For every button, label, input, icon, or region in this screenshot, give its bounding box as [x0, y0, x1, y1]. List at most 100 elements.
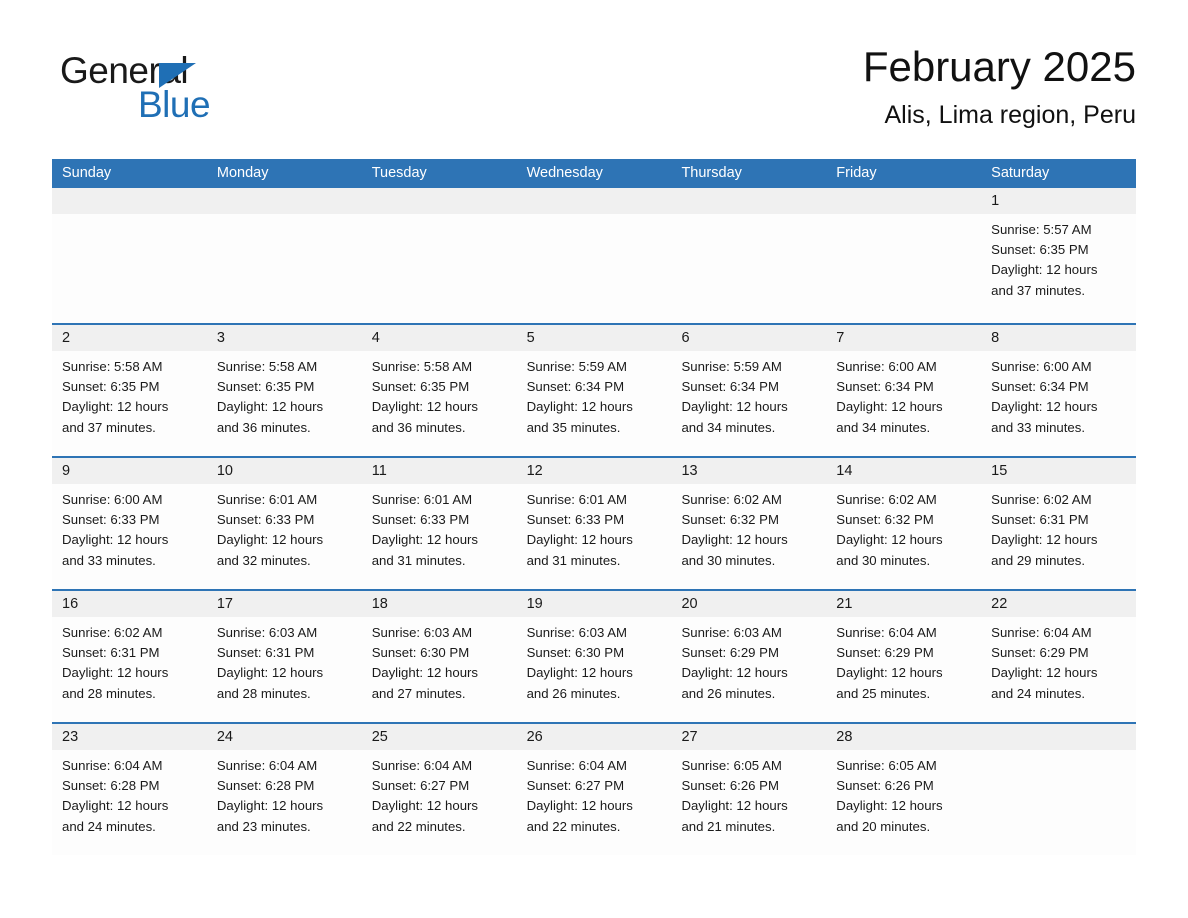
calendar-day-cell[interactable]: 18 Sunrise: 6:03 AM Sunset: 6:30 PM Dayl…: [361, 591, 517, 722]
calendar-day-cell[interactable]: 6 Sunrise: 5:59 AM Sunset: 6:34 PM Dayli…: [671, 325, 827, 456]
daylight-text: Daylight: 12 hours: [836, 665, 943, 681]
day-number: 17: [216, 596, 233, 612]
calendar-day-cell[interactable]: 26 Sunrise: 6:04 AM Sunset: 6:27 PM Dayl…: [516, 724, 672, 855]
calendar-day-cell[interactable]: 17 Sunrise: 6:03 AM Sunset: 6:31 PM Dayl…: [206, 591, 362, 722]
calendar-day-cell[interactable]: 20 Sunrise: 6:03 AM Sunset: 6:29 PM Dayl…: [671, 591, 827, 722]
weekday-header-row: Sunday Monday Tuesday Wednesday Thursday…: [52, 159, 1136, 188]
day-number: 1: [991, 193, 1000, 209]
logo-text-blue: Blue: [138, 84, 211, 125]
daylight-text: Daylight: 12 hours: [991, 532, 1098, 548]
calendar-day-cell[interactable]: 28 Sunrise: 6:05 AM Sunset: 6:26 PM Dayl…: [826, 724, 982, 855]
sunrise-text: Sunrise: 6:03 AM: [681, 625, 782, 640]
day-number-band: 22: [981, 591, 1137, 617]
day-details: [981, 750, 1136, 756]
calendar-day-cell[interactable]: 16 Sunrise: 6:02 AM Sunset: 6:31 PM Dayl…: [52, 591, 207, 722]
day-number-band: 13: [671, 458, 827, 484]
day-number: 10: [216, 463, 233, 479]
daylight-text-cont: and 30 minutes.: [681, 552, 776, 568]
daylight-text-cont: and 28 minutes.: [216, 685, 311, 701]
day-number-band: 25: [361, 724, 517, 750]
calendar-day-cell[interactable]: 25 Sunrise: 6:04 AM Sunset: 6:27 PM Dayl…: [361, 724, 517, 855]
calendar-day-cell[interactable]: 27 Sunrise: 6:05 AM Sunset: 6:26 PM Dayl…: [671, 724, 827, 855]
day-details: Sunrise: 6:04 AM Sunset: 6:29 PM Dayligh…: [826, 617, 981, 704]
calendar-day-cell[interactable]: 13 Sunrise: 6:02 AM Sunset: 6:32 PM Dayl…: [671, 458, 827, 589]
day-number: 26: [526, 729, 543, 745]
day-number-band: [361, 188, 517, 214]
day-number-band: 15: [981, 458, 1137, 484]
calendar-day-cell[interactable]: 23 Sunrise: 6:04 AM Sunset: 6:28 PM Dayl…: [52, 724, 207, 855]
sunset-text: Sunset: 6:35 PM: [371, 379, 470, 395]
calendar-day-cell[interactable]: 4 Sunrise: 5:58 AM Sunset: 6:35 PM Dayli…: [361, 325, 517, 456]
calendar-day-cell[interactable]: [52, 188, 207, 323]
calendar-day-cell[interactable]: 9 Sunrise: 6:00 AM Sunset: 6:33 PM Dayli…: [52, 458, 207, 589]
sunset-text: Sunset: 6:27 PM: [371, 778, 470, 794]
weekday-header-saturday: Saturday: [991, 165, 1050, 181]
calendar-day-cell[interactable]: [671, 188, 827, 323]
sunrise-text: Sunrise: 5:59 AM: [681, 359, 782, 374]
daylight-text-cont: and 20 minutes.: [836, 818, 931, 834]
daylight-text-cont: and 25 minutes.: [836, 685, 931, 701]
calendar-day-cell[interactable]: [361, 188, 517, 323]
sunset-text: Sunset: 6:34 PM: [991, 379, 1089, 395]
daylight-text-cont: and 37 minutes.: [62, 419, 156, 435]
daylight-text: Daylight: 12 hours: [371, 798, 479, 814]
calendar-day-cell[interactable]: 11 Sunrise: 6:01 AM Sunset: 6:33 PM Dayl…: [361, 458, 517, 589]
calendar-day-cell[interactable]: 8 Sunrise: 6:00 AM Sunset: 6:34 PM Dayli…: [981, 325, 1137, 456]
calendar-day-cell[interactable]: 24 Sunrise: 6:04 AM Sunset: 6:28 PM Dayl…: [206, 724, 362, 855]
daylight-text: Daylight: 12 hours: [991, 262, 1098, 278]
day-number: 25: [371, 729, 388, 745]
sunset-text: Sunset: 6:35 PM: [62, 379, 160, 395]
daylight-text-cont: and 33 minutes.: [991, 419, 1085, 435]
daylight-text-cont: and 24 minutes.: [991, 685, 1085, 701]
day-number-band: [981, 724, 1137, 750]
daylight-text-cont: and 28 minutes.: [62, 685, 156, 701]
calendar-day-cell[interactable]: 5 Sunrise: 5:59 AM Sunset: 6:34 PM Dayli…: [516, 325, 672, 456]
daylight-text: Daylight: 12 hours: [526, 532, 633, 548]
sunset-text: Sunset: 6:28 PM: [62, 778, 160, 794]
sunset-text: Sunset: 6:31 PM: [216, 645, 315, 661]
day-number: 2: [62, 330, 71, 346]
calendar-day-cell[interactable]: 3 Sunrise: 5:58 AM Sunset: 6:35 PM Dayli…: [206, 325, 362, 456]
day-details: [362, 214, 517, 220]
day-number-band: 24: [206, 724, 362, 750]
daylight-text-cont: and 33 minutes.: [62, 552, 156, 568]
calendar-day-cell[interactable]: 12 Sunrise: 6:01 AM Sunset: 6:33 PM Dayl…: [516, 458, 672, 589]
daylight-text: Daylight: 12 hours: [681, 798, 788, 814]
title-block: February 2025 Alis, Lima region, Peru: [863, 42, 1136, 132]
daylight-text-cont: and 26 minutes.: [681, 685, 776, 701]
day-number-band: 18: [361, 591, 517, 617]
day-number: 21: [836, 596, 853, 612]
calendar-day-cell[interactable]: 19 Sunrise: 6:03 AM Sunset: 6:30 PM Dayl…: [516, 591, 672, 722]
calendar-day-cell[interactable]: 1 Sunrise: 5:57 AM Sunset: 6:35 PM Dayli…: [981, 188, 1137, 323]
calendar-day-cell[interactable]: 21 Sunrise: 6:04 AM Sunset: 6:29 PM Dayl…: [826, 591, 982, 722]
daylight-text: Daylight: 12 hours: [371, 399, 479, 415]
day-number-band: 12: [516, 458, 672, 484]
daylight-text-cont: and 26 minutes.: [526, 685, 621, 701]
day-details: [207, 214, 362, 220]
daylight-text: Daylight: 12 hours: [526, 665, 633, 681]
day-number: 22: [991, 596, 1008, 612]
calendar-day-cell[interactable]: 14 Sunrise: 6:02 AM Sunset: 6:32 PM Dayl…: [826, 458, 982, 589]
day-details: Sunrise: 5:57 AM Sunset: 6:35 PM Dayligh…: [981, 214, 1136, 301]
day-number-band: 6: [671, 325, 827, 351]
calendar-week-row: 1 Sunrise: 5:57 AM Sunset: 6:35 PM Dayli…: [52, 188, 1137, 323]
sunrise-text: Sunrise: 6:03 AM: [526, 625, 628, 640]
calendar-day-cell[interactable]: 7 Sunrise: 6:00 AM Sunset: 6:34 PM Dayli…: [826, 325, 982, 456]
daylight-text: Daylight: 12 hours: [836, 798, 943, 814]
calendar-day-cell[interactable]: 22 Sunrise: 6:04 AM Sunset: 6:29 PM Dayl…: [981, 591, 1137, 722]
day-number: 3: [216, 330, 225, 346]
day-details: Sunrise: 6:05 AM Sunset: 6:26 PM Dayligh…: [671, 750, 826, 837]
day-number: 12: [526, 463, 543, 479]
calendar-day-cell[interactable]: [826, 188, 982, 323]
day-details: Sunrise: 5:58 AM Sunset: 6:35 PM Dayligh…: [207, 351, 362, 438]
calendar-day-cell[interactable]: 10 Sunrise: 6:01 AM Sunset: 6:33 PM Dayl…: [206, 458, 362, 589]
logo-generalblue[interactable]: General Blue: [60, 50, 320, 130]
day-number: 11: [371, 463, 387, 479]
daylight-text-cont: and 36 minutes.: [371, 419, 466, 435]
calendar-day-cell[interactable]: [981, 724, 1137, 855]
calendar-day-cell[interactable]: 15 Sunrise: 6:02 AM Sunset: 6:31 PM Dayl…: [981, 458, 1137, 589]
calendar-day-cell[interactable]: [206, 188, 362, 323]
daylight-text-cont: and 23 minutes.: [216, 818, 311, 834]
calendar-day-cell[interactable]: [516, 188, 672, 323]
calendar-day-cell[interactable]: 2 Sunrise: 5:58 AM Sunset: 6:35 PM Dayli…: [52, 325, 207, 456]
